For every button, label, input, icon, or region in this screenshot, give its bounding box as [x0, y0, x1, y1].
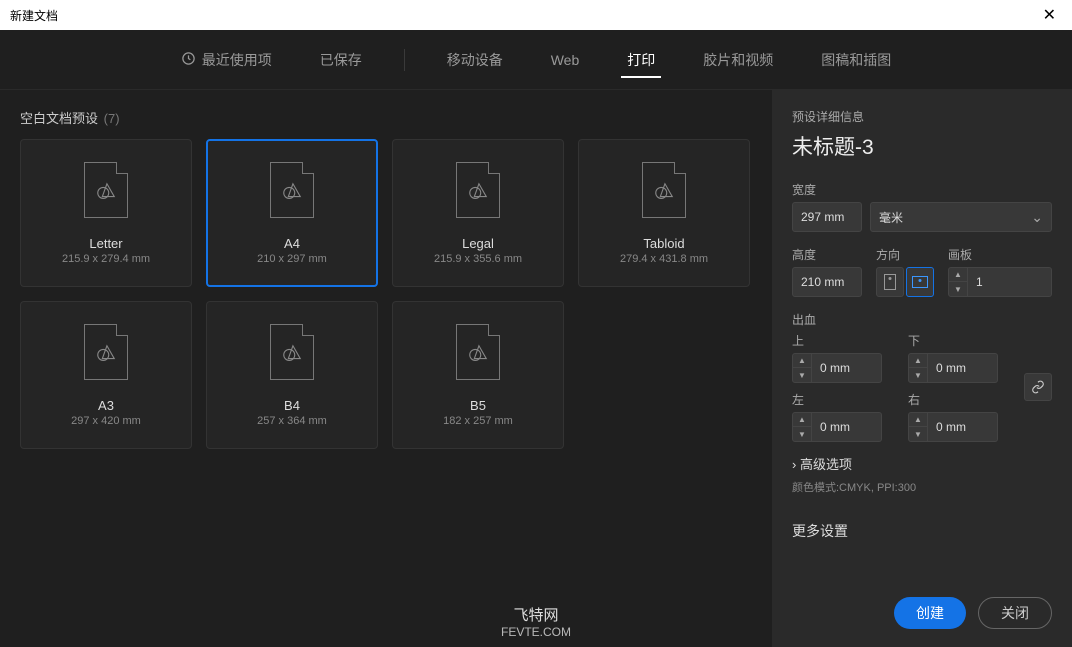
document-icon	[456, 324, 500, 380]
preset-card-a3[interactable]: A3 297 x 420 mm	[20, 301, 192, 449]
width-input[interactable]	[792, 202, 862, 232]
clock-icon	[181, 51, 196, 69]
bleed-right-label: 右	[908, 391, 1014, 408]
preset-name: B5	[470, 398, 486, 413]
document-icon	[84, 162, 128, 218]
height-label: 高度	[792, 246, 862, 263]
artboard-input[interactable]	[968, 267, 1052, 297]
width-label: 宽度	[792, 181, 1052, 198]
more-settings[interactable]: 更多设置	[792, 521, 1052, 541]
artboard-stepper[interactable]: ▲▼	[948, 267, 968, 297]
document-name[interactable]: 未标题-3	[792, 131, 1052, 161]
preset-name: B4	[284, 398, 300, 413]
tab-recent[interactable]: 最近使用项	[175, 32, 278, 88]
create-button[interactable]: 创建	[894, 597, 966, 629]
preset-card-b4[interactable]: B4 257 x 364 mm	[206, 301, 378, 449]
tab-label: 打印	[627, 50, 655, 70]
bleed-left-label: 左	[792, 391, 898, 408]
bleed-top-label: 上	[792, 332, 898, 349]
bleed-left-stepper[interactable]: ▲▼	[792, 412, 812, 442]
link-bleed-icon[interactable]	[1024, 373, 1052, 401]
preset-grid: Letter 215.9 x 279.4 mm A4 210 x 297 mm Lega…	[20, 139, 752, 449]
panel-heading: 预设详细信息	[792, 108, 1052, 125]
preset-dims: 182 x 257 mm	[443, 415, 513, 427]
bleed-top-input[interactable]	[812, 353, 882, 383]
bleed-left-input[interactable]	[812, 412, 882, 442]
bleed-right-input[interactable]	[928, 412, 998, 442]
preset-name: Letter	[89, 236, 122, 251]
preset-card-letter[interactable]: Letter 215.9 x 279.4 mm	[20, 139, 192, 287]
preset-card-b5[interactable]: B5 182 x 257 mm	[392, 301, 564, 449]
artboard-label: 画板	[948, 246, 1052, 263]
tab-label: Web	[551, 52, 580, 68]
step-down-icon: ▼	[949, 282, 967, 296]
category-tabs: 最近使用项 已保存 移动设备 Web 打印 胶片和视频 图稿和插图	[0, 30, 1072, 90]
bleed-bottom-input[interactable]	[928, 353, 998, 383]
presets-panel: 空白文档预设 (7) Letter 215.9 x 279.4 mm A4 210 x…	[0, 90, 772, 647]
close-button[interactable]: 关闭	[978, 597, 1052, 629]
preset-dims: 215.9 x 279.4 mm	[62, 253, 150, 265]
advanced-options[interactable]: 高级选项	[792, 454, 1052, 473]
preset-card-tabloid[interactable]: Tabloid 279.4 x 431.8 mm	[578, 139, 750, 287]
preset-name: Tabloid	[643, 236, 684, 251]
tab-label: 已保存	[320, 50, 362, 70]
tab-film[interactable]: 胶片和视频	[697, 32, 779, 88]
bleed-bottom-label: 下	[908, 332, 1014, 349]
close-icon[interactable]: ✕	[1037, 5, 1062, 25]
step-up-icon: ▲	[949, 268, 967, 282]
orientation-landscape[interactable]	[906, 267, 934, 297]
preset-dims: 279.4 x 431.8 mm	[620, 253, 708, 265]
preset-dims: 210 x 297 mm	[257, 253, 327, 265]
document-icon	[456, 162, 500, 218]
window-title: 新建文档	[10, 7, 58, 24]
tab-label: 最近使用项	[202, 50, 272, 70]
tab-print[interactable]: 打印	[621, 32, 661, 88]
preset-card-a4[interactable]: A4 210 x 297 mm	[206, 139, 378, 287]
tab-web[interactable]: Web	[545, 34, 586, 86]
tab-label: 移动设备	[447, 50, 503, 70]
color-mode-info: 颜色模式:CMYK, PPI:300	[792, 479, 1052, 495]
document-icon	[270, 324, 314, 380]
tab-label: 图稿和插图	[821, 50, 891, 70]
bleed-label: 出血	[792, 311, 1052, 328]
tab-label: 胶片和视频	[703, 50, 773, 70]
section-title: 空白文档预设 (7)	[20, 108, 752, 127]
preset-name: A4	[284, 236, 300, 251]
details-panel: 预设详细信息 未标题-3 宽度 毫米 高度 方向	[772, 90, 1072, 647]
preset-name: A3	[98, 398, 114, 413]
tab-art[interactable]: 图稿和插图	[815, 32, 897, 88]
tab-separator	[404, 49, 405, 71]
preset-card-legal[interactable]: Legal 215.9 x 355.6 mm	[392, 139, 564, 287]
preset-dims: 297 x 420 mm	[71, 415, 141, 427]
document-icon	[84, 324, 128, 380]
bleed-top-stepper[interactable]: ▲▼	[792, 353, 812, 383]
tab-mobile[interactable]: 移动设备	[441, 32, 509, 88]
orientation-label: 方向	[876, 246, 934, 263]
preset-name: Legal	[462, 236, 494, 251]
document-icon	[270, 162, 314, 218]
preset-dims: 215.9 x 355.6 mm	[434, 253, 522, 265]
tab-saved[interactable]: 已保存	[314, 32, 368, 88]
orientation-portrait[interactable]	[876, 267, 904, 297]
preset-dims: 257 x 364 mm	[257, 415, 327, 427]
bleed-bottom-stepper[interactable]: ▲▼	[908, 353, 928, 383]
unit-select[interactable]: 毫米	[870, 202, 1052, 232]
document-icon	[642, 162, 686, 218]
bleed-right-stepper[interactable]: ▲▼	[908, 412, 928, 442]
titlebar: 新建文档 ✕	[0, 0, 1072, 30]
height-input[interactable]	[792, 267, 862, 297]
